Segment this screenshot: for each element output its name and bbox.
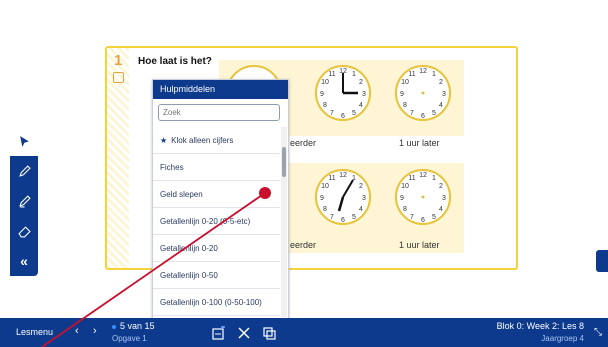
exercise-title: Hoe laat is het? (138, 56, 212, 67)
prev-button[interactable]: ‹ (75, 325, 79, 337)
bottom-bar: Lesmenu ‹ › 5 van 15 Opgave 1 Blok 0: We… (0, 318, 608, 347)
svg-text:4: 4 (359, 102, 363, 109)
list-item[interactable]: Getallenlijn 0-20 (0-5-etc) (153, 208, 280, 235)
page-indicator: 5 van 15 (120, 321, 155, 331)
svg-text:5: 5 (352, 214, 356, 221)
label-later: 1 uur later (399, 240, 440, 250)
svg-text:10: 10 (321, 79, 329, 86)
svg-text:2: 2 (439, 79, 443, 86)
svg-text:5: 5 (432, 214, 436, 221)
list-item-label: Klok alleen cijfers (171, 136, 234, 145)
svg-text:9: 9 (320, 91, 324, 98)
label-later: 1 uur later (399, 138, 440, 148)
svg-text:10: 10 (321, 183, 329, 190)
svg-text:3: 3 (442, 91, 446, 98)
svg-text:3: 3 (362, 195, 366, 202)
svg-text:4: 4 (359, 206, 363, 213)
svg-text:3: 3 (362, 91, 366, 98)
svg-text:11: 11 (408, 71, 415, 78)
svg-text:7: 7 (330, 214, 334, 221)
svg-text:6: 6 (421, 113, 425, 120)
svg-text:12: 12 (339, 172, 347, 179)
svg-text:6: 6 (341, 217, 345, 224)
clock-icon: 12 123 4567 891011 (315, 65, 371, 121)
svg-text:6: 6 (341, 113, 345, 120)
clock-icon: 12 12 3 4567 8 9 1011 (395, 169, 451, 225)
svg-text:9: 9 (400, 91, 404, 98)
svg-text:11: 11 (408, 175, 415, 182)
highlighter-icon (18, 194, 31, 207)
opgave-label: Opgave 1 (112, 334, 147, 343)
collapse-toolbar-button[interactable]: « (10, 246, 38, 276)
lesson-info: Blok 0: Week 2: Les 8 (496, 321, 584, 331)
clock-icon: 12 123 4567 891011 (315, 169, 371, 225)
svg-text:7: 7 (410, 110, 414, 117)
svg-text:8: 8 (403, 206, 407, 213)
fullscreen-icon[interactable]: ⤡ (594, 327, 602, 338)
svg-text:12: 12 (419, 172, 427, 179)
pointer-icon (19, 135, 29, 147)
svg-text:8: 8 (323, 102, 327, 109)
svg-text:1: 1 (432, 71, 436, 78)
svg-text:11: 11 (328, 71, 335, 78)
clock-icon: 12 12 3 4567 8 9 1011 (395, 65, 451, 121)
svg-text:4: 4 (439, 102, 443, 109)
lesmenu-button[interactable]: Lesmenu (16, 327, 53, 337)
svg-text:4: 4 (439, 206, 443, 213)
exercise-type-icon (113, 72, 124, 83)
svg-text:12: 12 (419, 68, 427, 75)
list-item[interactable]: Getallenlijn 0-20 (153, 235, 280, 262)
svg-text:5: 5 (352, 110, 356, 117)
tools-panel: Hulpmiddelen ★Klok alleen cijfers Fiches… (152, 79, 289, 323)
panel-header: Hulpmiddelen (153, 80, 288, 99)
svg-text:10: 10 (401, 183, 409, 190)
svg-text:9: 9 (320, 195, 324, 202)
pen-icon (18, 164, 31, 177)
svg-text:10: 10 (401, 79, 409, 86)
eraser-tool-button[interactable] (10, 216, 38, 246)
add-slide-icon[interactable] (212, 326, 226, 340)
list-item[interactable]: Fiches (153, 154, 280, 181)
pointer-tool-button[interactable] (10, 126, 38, 156)
eraser-icon (17, 225, 31, 237)
svg-text:1: 1 (432, 175, 436, 182)
svg-text:9: 9 (400, 195, 404, 202)
tools-list: ★ Klok alleen cijfers Fiches Geld slepen … (153, 127, 280, 316)
list-item[interactable]: ★ Klok alleen cijfers (153, 127, 280, 154)
svg-text:7: 7 (330, 110, 334, 117)
grade-info: Jaargroep 4 (541, 334, 584, 343)
right-panel-handle[interactable] (596, 250, 608, 272)
highlighter-tool-button[interactable] (10, 186, 38, 216)
search-input[interactable] (158, 104, 280, 121)
drawing-toolbar: « (10, 126, 38, 276)
next-button[interactable]: › (93, 325, 97, 337)
svg-text:3: 3 (442, 195, 446, 202)
pen-tool-button[interactable] (10, 156, 38, 186)
svg-text:11: 11 (328, 175, 335, 182)
scroll-thumb[interactable] (282, 147, 286, 177)
svg-text:2: 2 (439, 183, 443, 190)
svg-text:5: 5 (432, 110, 436, 117)
tools-icon[interactable] (237, 326, 251, 340)
list-item[interactable]: Getallenlijn 0-100 (0-50-100) (153, 289, 280, 316)
svg-text:2: 2 (359, 79, 363, 86)
panel-scrollbar[interactable] (281, 127, 287, 317)
svg-text:6: 6 (421, 217, 425, 224)
list-item[interactable]: Getallenlijn 0-50 (153, 262, 280, 289)
svg-text:1: 1 (352, 71, 356, 78)
svg-text:2: 2 (359, 183, 363, 190)
pager-dot (112, 325, 116, 329)
svg-text:8: 8 (323, 206, 327, 213)
exercise-number: 1 (114, 52, 123, 69)
svg-text:8: 8 (403, 102, 407, 109)
list-item[interactable]: Geld slepen (153, 181, 280, 208)
copy-icon[interactable] (262, 326, 276, 340)
pin-icon: ★ (160, 136, 168, 145)
svg-text:7: 7 (410, 214, 414, 221)
